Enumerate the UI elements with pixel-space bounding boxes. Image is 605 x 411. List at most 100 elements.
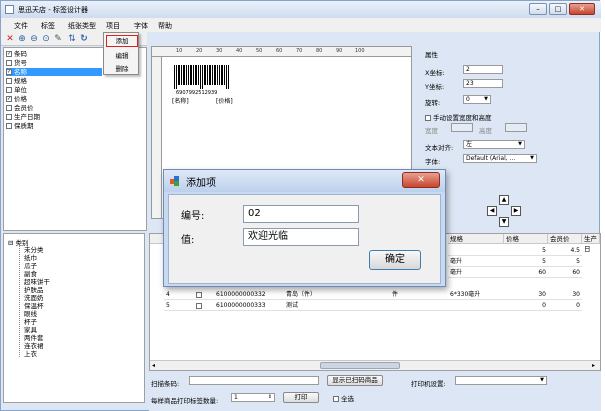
- ok-button[interactable]: 确定: [369, 250, 421, 270]
- title-bar: 思迅天店 - 标签设计器 – □ ✕: [1, 1, 601, 18]
- y-input[interactable]: 23: [463, 79, 503, 88]
- value-label: 值:: [181, 235, 195, 246]
- printer-select[interactable]: ▼: [455, 376, 547, 385]
- field-unit[interactable]: 单位: [6, 86, 27, 94]
- table-row[interactable]: 4 6100000000332 青岛（件） 件 6*330毫升 30 30: [150, 289, 600, 300]
- align-select[interactable]: 左 ▼: [463, 140, 525, 149]
- grid-header-price[interactable]: 价格: [504, 234, 548, 244]
- checkbox[interactable]: ✓: [6, 51, 12, 57]
- grid-header-member-price[interactable]: 会员价: [548, 234, 582, 244]
- manual-size-row[interactable]: 手动设置宽度和高度: [425, 112, 492, 122]
- price-placeholder[interactable]: [价格]: [216, 96, 233, 105]
- field-member-price[interactable]: 会员价: [6, 104, 34, 112]
- move-down-button[interactable]: ▼: [499, 217, 509, 227]
- field-barcode[interactable]: ✓ 条码: [6, 50, 27, 58]
- dialog-title: 添加项: [186, 178, 216, 189]
- dialog-close-button[interactable]: ✕: [402, 172, 440, 188]
- scroll-thumb[interactable]: [320, 362, 400, 369]
- name-placeholder[interactable]: [名称]: [172, 96, 189, 105]
- scan-input[interactable]: [189, 376, 319, 385]
- field-name[interactable]: ✓ 名称: [6, 68, 102, 76]
- rotate-label: 旋转:: [425, 99, 441, 107]
- horizontal-scrollbar[interactable]: ◂ ▸: [150, 360, 600, 370]
- checkbox[interactable]: ✓: [6, 69, 12, 75]
- checkbox[interactable]: [6, 78, 12, 84]
- menu-item[interactable]: 项目: [106, 21, 120, 31]
- checkbox[interactable]: [425, 115, 431, 121]
- ruler-tick: 50: [256, 48, 263, 54]
- scroll-left-icon[interactable]: ◂: [152, 362, 155, 369]
- menu-edit[interactable]: 编辑: [104, 50, 140, 60]
- menu-font[interactable]: 字体: [134, 21, 148, 31]
- scroll-right-icon[interactable]: ▸: [592, 362, 595, 369]
- checkbox[interactable]: [333, 396, 339, 402]
- refresh-icon[interactable]: ↻: [79, 34, 89, 44]
- copies-input[interactable]: 1 ⇕: [231, 393, 275, 402]
- rotate-select[interactable]: 0 ▼: [463, 95, 491, 104]
- row-number: 4: [164, 289, 194, 300]
- grid-cell: 5: [504, 245, 548, 256]
- delete-icon[interactable]: ✕: [5, 34, 15, 44]
- grid-cell: 60: [548, 267, 582, 278]
- checkbox[interactable]: [6, 114, 12, 120]
- move-left-button[interactable]: ◀: [487, 206, 497, 216]
- checkbox[interactable]: [196, 302, 202, 309]
- field-shelf-life[interactable]: 保质期: [6, 122, 34, 130]
- menu-delete[interactable]: 删除: [104, 63, 140, 73]
- x-input[interactable]: 2: [463, 65, 503, 74]
- checkbox[interactable]: [6, 60, 12, 66]
- window-title: 思迅天店 - 标签设计器: [18, 6, 88, 14]
- menu-label[interactable]: 标签: [41, 21, 55, 31]
- height-input[interactable]: [505, 123, 527, 132]
- grid-header-production-date[interactable]: 生产日: [582, 234, 600, 253]
- move-up-button[interactable]: ▲: [499, 195, 509, 205]
- item-menu-dropdown: 添加 编辑 删除: [103, 32, 139, 75]
- field-price[interactable]: ✓ 价格: [6, 95, 27, 103]
- ruler-tick: 30: [216, 48, 223, 54]
- barcode-element[interactable]: 6907992512939 [名称] [价格]: [172, 65, 240, 105]
- tree-line: [19, 245, 20, 357]
- zoom-in-icon[interactable]: ⊕: [17, 34, 27, 44]
- menu-paper-type[interactable]: 纸张类型: [68, 21, 96, 31]
- arrows-icon[interactable]: ⇅: [67, 34, 77, 44]
- grid-cell-name: 测试: [284, 300, 390, 311]
- tree-item[interactable]: 上衣: [24, 348, 37, 358]
- show-scanned-button[interactable]: 显示已扫码商品: [327, 375, 383, 386]
- select-all-checkbox[interactable]: 全选: [333, 393, 354, 403]
- zoom-fit-icon[interactable]: ⊙: [41, 34, 51, 44]
- checkbox[interactable]: ✓: [6, 96, 12, 102]
- category-tree: ⊟ 类别 未分类 纸巾 瓜子 副食 超味饼干 护肤品 洗面奶 保温杯 眼线 杯子…: [3, 233, 145, 403]
- printer-label: 打印机设置:: [411, 380, 446, 388]
- table-row[interactable]: 5 6100000000333 测试 0 0: [150, 300, 600, 311]
- checkbox[interactable]: [6, 87, 12, 93]
- field-item-no[interactable]: 货号: [6, 59, 27, 67]
- properties-panel: 属性 X坐标: 2 Y坐标: 23 旋转: 0 ▼ 手动设置宽度和高度 宽度 高度…: [419, 47, 601, 231]
- print-button[interactable]: 打印: [283, 392, 319, 403]
- checkbox[interactable]: [196, 291, 202, 298]
- minimize-button[interactable]: –: [529, 3, 547, 15]
- field-production-date[interactable]: 生产日期: [6, 113, 40, 121]
- zoom-out-icon[interactable]: ⊖: [29, 34, 39, 44]
- menu-file[interactable]: 文件: [14, 21, 28, 31]
- num-input[interactable]: 02: [243, 205, 359, 223]
- spinner-icon[interactable]: ⇕: [268, 394, 272, 401]
- ruler-tick: 100: [355, 48, 365, 54]
- grid-header-spec[interactable]: 规格: [448, 234, 504, 244]
- checkbox[interactable]: [6, 123, 12, 129]
- y-label: Y坐标:: [425, 83, 445, 91]
- row-number: 5: [164, 300, 194, 311]
- close-button[interactable]: ✕: [569, 3, 595, 15]
- width-input[interactable]: [451, 123, 473, 132]
- maximize-button[interactable]: □: [549, 3, 567, 15]
- row-checkbox-cell: [194, 300, 214, 311]
- font-select[interactable]: Default (Arial, ... ▼: [463, 154, 537, 163]
- menu-help[interactable]: 帮助: [158, 21, 172, 31]
- checkbox[interactable]: [6, 105, 12, 111]
- value-input[interactable]: 欢迎光临: [243, 228, 359, 246]
- field-spec[interactable]: 规格: [6, 77, 27, 85]
- row-checkbox-cell: [194, 289, 214, 300]
- move-right-button[interactable]: ▶: [511, 206, 521, 216]
- pen-icon[interactable]: ✎: [53, 34, 63, 44]
- menu-add[interactable]: 添加: [106, 35, 138, 47]
- bottom-controls: 扫描条码: 显示已扫码商品 打印机设置: ▼ 每样商品打印标签数量: 1 ⇕ 打印…: [149, 371, 601, 411]
